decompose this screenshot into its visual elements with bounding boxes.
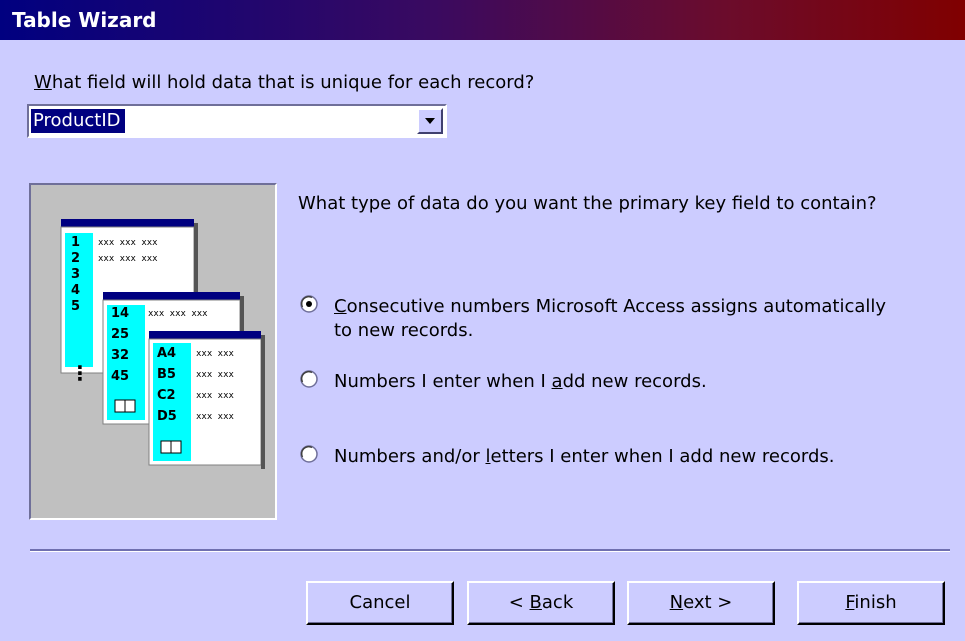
title-bar: Table Wizard	[0, 0, 965, 40]
primary-key-illustration: 12345 xxx xxx xxx xxx xxx xxx ⋮ 14 25 32 45 …	[29, 183, 277, 520]
option-label: Numbers I enter when I add new records.	[334, 371, 707, 392]
dropdown-arrow-button[interactable]	[417, 108, 443, 134]
table3-placeholder: xxx xxx	[196, 391, 235, 401]
table3-key-cell: A4	[157, 346, 176, 361]
table3-placeholder: xxx xxx	[196, 412, 235, 422]
question-rest: hat field will hold data that is unique …	[51, 72, 535, 93]
window-title: Table Wizard	[12, 8, 157, 32]
ellipsis-icon: ⋮	[70, 361, 90, 385]
table3-placeholder: xxx xxx	[196, 349, 235, 359]
table3-key-cell: C2	[157, 388, 176, 403]
table2-placeholder: xxx xxx xxx	[148, 309, 208, 319]
table-wizard-window: Table Wizard What field will hold data t…	[0, 0, 965, 641]
table2-key-cell: 32	[111, 348, 129, 363]
table1-key-cell: 2	[71, 251, 80, 266]
stacked-tables-image: 12345 xxx xxx xxxxxx xxx xxx ⋮ 14253245 …	[60, 219, 265, 469]
table-illustration-3: A4 B5 C2 D5 xxx xxx xxx xxx xxx xxx xxx xxx	[148, 331, 265, 469]
dropdown-selected-value: ProductID	[31, 109, 125, 133]
table2-key-cell: 45	[111, 369, 129, 384]
table3-placeholder: xxx xxx	[196, 370, 235, 380]
radio-unselected-icon[interactable]	[300, 370, 318, 388]
next-button[interactable]: Next >	[627, 581, 775, 625]
unique-field-dropdown[interactable]: ProductID	[27, 104, 447, 138]
chevron-down-icon	[425, 118, 435, 124]
question-mnemonic: W	[34, 72, 52, 93]
cancel-button[interactable]: Cancel	[306, 581, 454, 625]
option-label: Numbers and/or letters I enter when I ad…	[334, 446, 835, 467]
unique-field-question: What field will hold data that is unique…	[34, 72, 534, 93]
divider	[30, 549, 950, 552]
radio-unselected-icon[interactable]	[300, 445, 318, 463]
table1-key-cell: 5	[71, 299, 80, 314]
key-type-prompt: What type of data do you want the primar…	[298, 193, 877, 214]
radio-selected-icon[interactable]	[300, 295, 318, 313]
table1-key-cell: 4	[71, 283, 80, 298]
finish-button[interactable]: Finish	[797, 581, 945, 625]
table1-placeholder: xxx xxx xxx	[98, 238, 158, 248]
table2-key-cell: 14	[111, 306, 129, 321]
table2-key-cell: 25	[111, 327, 129, 342]
table3-key-cell: B5	[157, 367, 176, 382]
table1-placeholder: xxx xxx xxx	[98, 254, 158, 264]
table1-key-cell: 1	[71, 235, 80, 250]
table1-key-cell: 3	[71, 267, 80, 282]
table3-key-cell: D5	[157, 409, 177, 424]
back-button[interactable]: < Back	[467, 581, 615, 625]
option-label: Consecutive numbers Microsoft Access ass…	[334, 296, 887, 341]
